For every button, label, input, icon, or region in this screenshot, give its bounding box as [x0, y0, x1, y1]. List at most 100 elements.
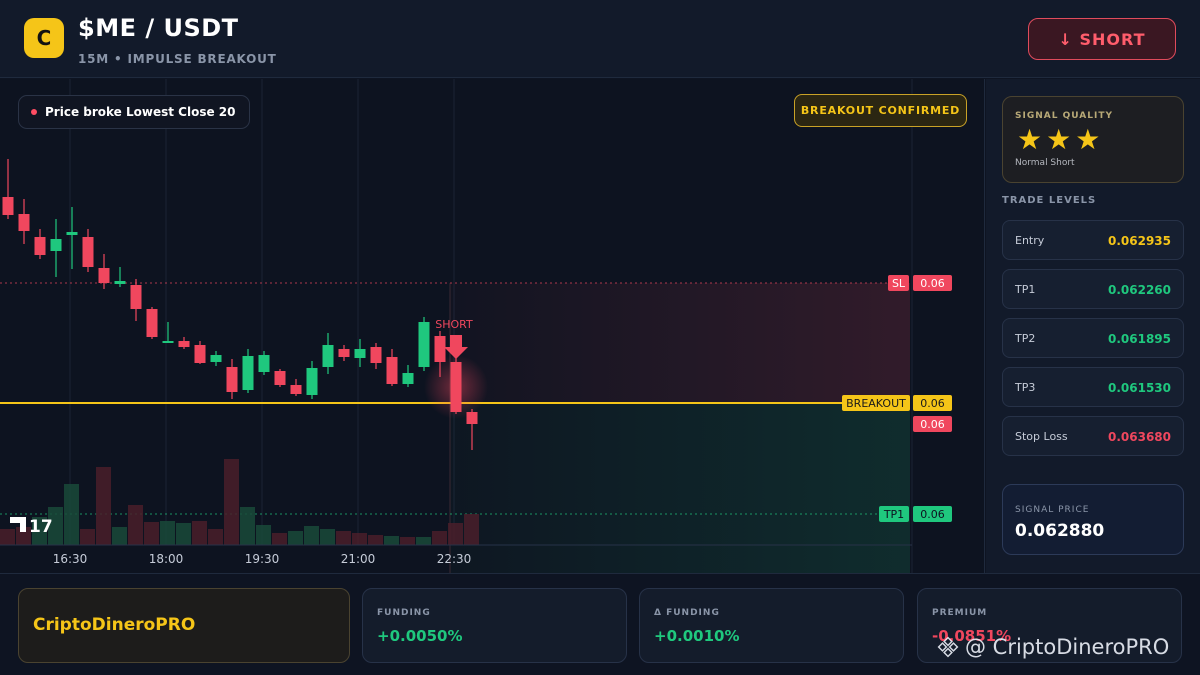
- candle: [306, 368, 318, 395]
- level-label: TP1: [1015, 283, 1036, 296]
- tradingview-logo-text: 17: [29, 517, 53, 537]
- candle: [370, 347, 382, 363]
- candle: [2, 197, 14, 215]
- candle: [274, 371, 286, 385]
- tp1-tag: TP1: [883, 508, 904, 521]
- time-label: 18:00: [149, 552, 184, 566]
- candle: [114, 281, 126, 284]
- breakout-tag: BREAKOUT: [846, 397, 906, 410]
- take-profit-zone: [450, 403, 910, 573]
- candle: [354, 349, 366, 358]
- star-rating-icon: ★★★: [1017, 123, 1105, 156]
- metric-label: Δ FUNDING: [654, 608, 720, 618]
- candle: [386, 357, 398, 384]
- trade-levels-title: TRADE LEVELS: [1002, 195, 1097, 206]
- level-value: 0.061895: [1107, 332, 1171, 346]
- delta-funding-card: Δ FUNDING +0.0010%: [639, 588, 904, 663]
- breakout-value-tag: 0.06: [920, 397, 945, 410]
- metric-value: +0.0050%: [377, 627, 463, 645]
- candle: [338, 349, 350, 357]
- level-value: 0.062935: [1107, 234, 1171, 248]
- candle: [50, 239, 62, 251]
- candle: [82, 237, 94, 267]
- level-stop-loss: Stop Loss 0.063680: [1002, 416, 1184, 456]
- level-tp3: TP3 0.061530: [1002, 367, 1184, 407]
- sl-value-tag: 0.06: [920, 277, 945, 290]
- volume-bar: [160, 521, 175, 545]
- level-label: TP2: [1015, 332, 1036, 345]
- header: C $ME / USDT 15M • IMPULSE BREAKOUT ↓ SH…: [0, 0, 1200, 78]
- candle: [290, 385, 302, 394]
- candle: [178, 341, 190, 347]
- metric-value: +0.0010%: [654, 627, 740, 645]
- volume-bar: [64, 484, 79, 545]
- volume-bar: [352, 533, 367, 545]
- footer: CriptoDineroPRO FUNDING +0.0050% Δ FUNDI…: [0, 573, 1200, 675]
- volume-bar: [112, 527, 127, 545]
- candle: [18, 214, 30, 231]
- candle: [130, 285, 142, 309]
- level-entry: Entry 0.062935: [1002, 220, 1184, 260]
- time-label: 19:30: [245, 552, 280, 566]
- sl-tag: SL: [892, 277, 906, 290]
- price-value-tag: 0.06: [920, 418, 945, 431]
- signal-quality-label: SIGNAL QUALITY: [1015, 111, 1113, 121]
- volume-bar: [224, 459, 239, 545]
- metric-label: FUNDING: [377, 608, 431, 618]
- binance-icon: [937, 636, 959, 658]
- tp1-value-tag: 0.06: [920, 508, 945, 521]
- candle: [258, 355, 270, 372]
- volume-bar: [128, 505, 143, 545]
- time-label: 21:00: [341, 552, 376, 566]
- level-label: Entry: [1015, 234, 1045, 247]
- signal-price-value: 0.062880: [1015, 521, 1105, 541]
- candle: [146, 309, 158, 337]
- brand-card: CriptoDineroPRO: [18, 588, 350, 663]
- candlestick-chart: SHORT SL 0.06 BREAKOUT 0.06 0.06 TP1 0.06 16:30 1…: [0, 79, 952, 573]
- watermark: @ CriptoDineroPRO: [937, 635, 1169, 659]
- pair-subtitle: 15M • IMPULSE BREAKOUT: [78, 52, 277, 66]
- volume-bar: [0, 529, 15, 545]
- volume-bar: [240, 507, 255, 545]
- red-dot-icon: [31, 109, 37, 115]
- level-tp2: TP2 0.061895: [1002, 318, 1184, 358]
- volume-bar: [448, 523, 463, 545]
- short-button[interactable]: ↓ SHORT: [1028, 18, 1176, 60]
- breakout-confirmed-badge: BREAKOUT CONFIRMED: [794, 94, 967, 127]
- volume-bar: [336, 531, 351, 545]
- level-label: TP3: [1015, 381, 1036, 394]
- brand-name: CriptoDineroPRO: [33, 615, 196, 635]
- candle: [34, 237, 46, 255]
- sidebar: SIGNAL QUALITY ★★★ Normal Short TRADE LE…: [986, 79, 1200, 573]
- metric-label: PREMIUM: [932, 608, 988, 618]
- candle: [98, 268, 110, 283]
- volume-bar: [80, 529, 95, 545]
- signal-quality-sub: Normal Short: [1015, 158, 1075, 168]
- candle: [242, 356, 254, 390]
- signal-price-card: SIGNAL PRICE 0.062880: [1002, 484, 1184, 555]
- time-label: 22:30: [437, 552, 472, 566]
- volume-bar: [256, 525, 271, 545]
- volume-bar: [208, 529, 223, 545]
- level-tp1: TP1 0.062260: [1002, 269, 1184, 309]
- candle: [322, 345, 334, 367]
- volume-bar: [432, 531, 447, 545]
- volume-bar: [144, 522, 159, 545]
- stop-loss-zone: [450, 283, 910, 403]
- volume-bar: [464, 514, 479, 545]
- level-value: 0.062260: [1107, 283, 1171, 297]
- signal-quality-card: SIGNAL QUALITY ★★★ Normal Short: [1002, 96, 1184, 183]
- candle: [66, 232, 78, 235]
- candle: [226, 367, 238, 392]
- volume-bar: [176, 523, 191, 545]
- candle: [434, 336, 446, 362]
- volume-bar: [368, 535, 383, 545]
- breakout-note: Price broke Lowest Close 20: [18, 95, 251, 129]
- candle: [466, 412, 478, 424]
- level-label: Stop Loss: [1015, 430, 1068, 443]
- volume-bar: [96, 467, 111, 545]
- volume-bar: [272, 533, 287, 545]
- price-chart[interactable]: SHORT SL 0.06 BREAKOUT 0.06 0.06 TP1 0.06 16:30 1…: [0, 79, 985, 573]
- signal-price-label: SIGNAL PRICE: [1015, 505, 1090, 515]
- volume-bar: [192, 521, 207, 545]
